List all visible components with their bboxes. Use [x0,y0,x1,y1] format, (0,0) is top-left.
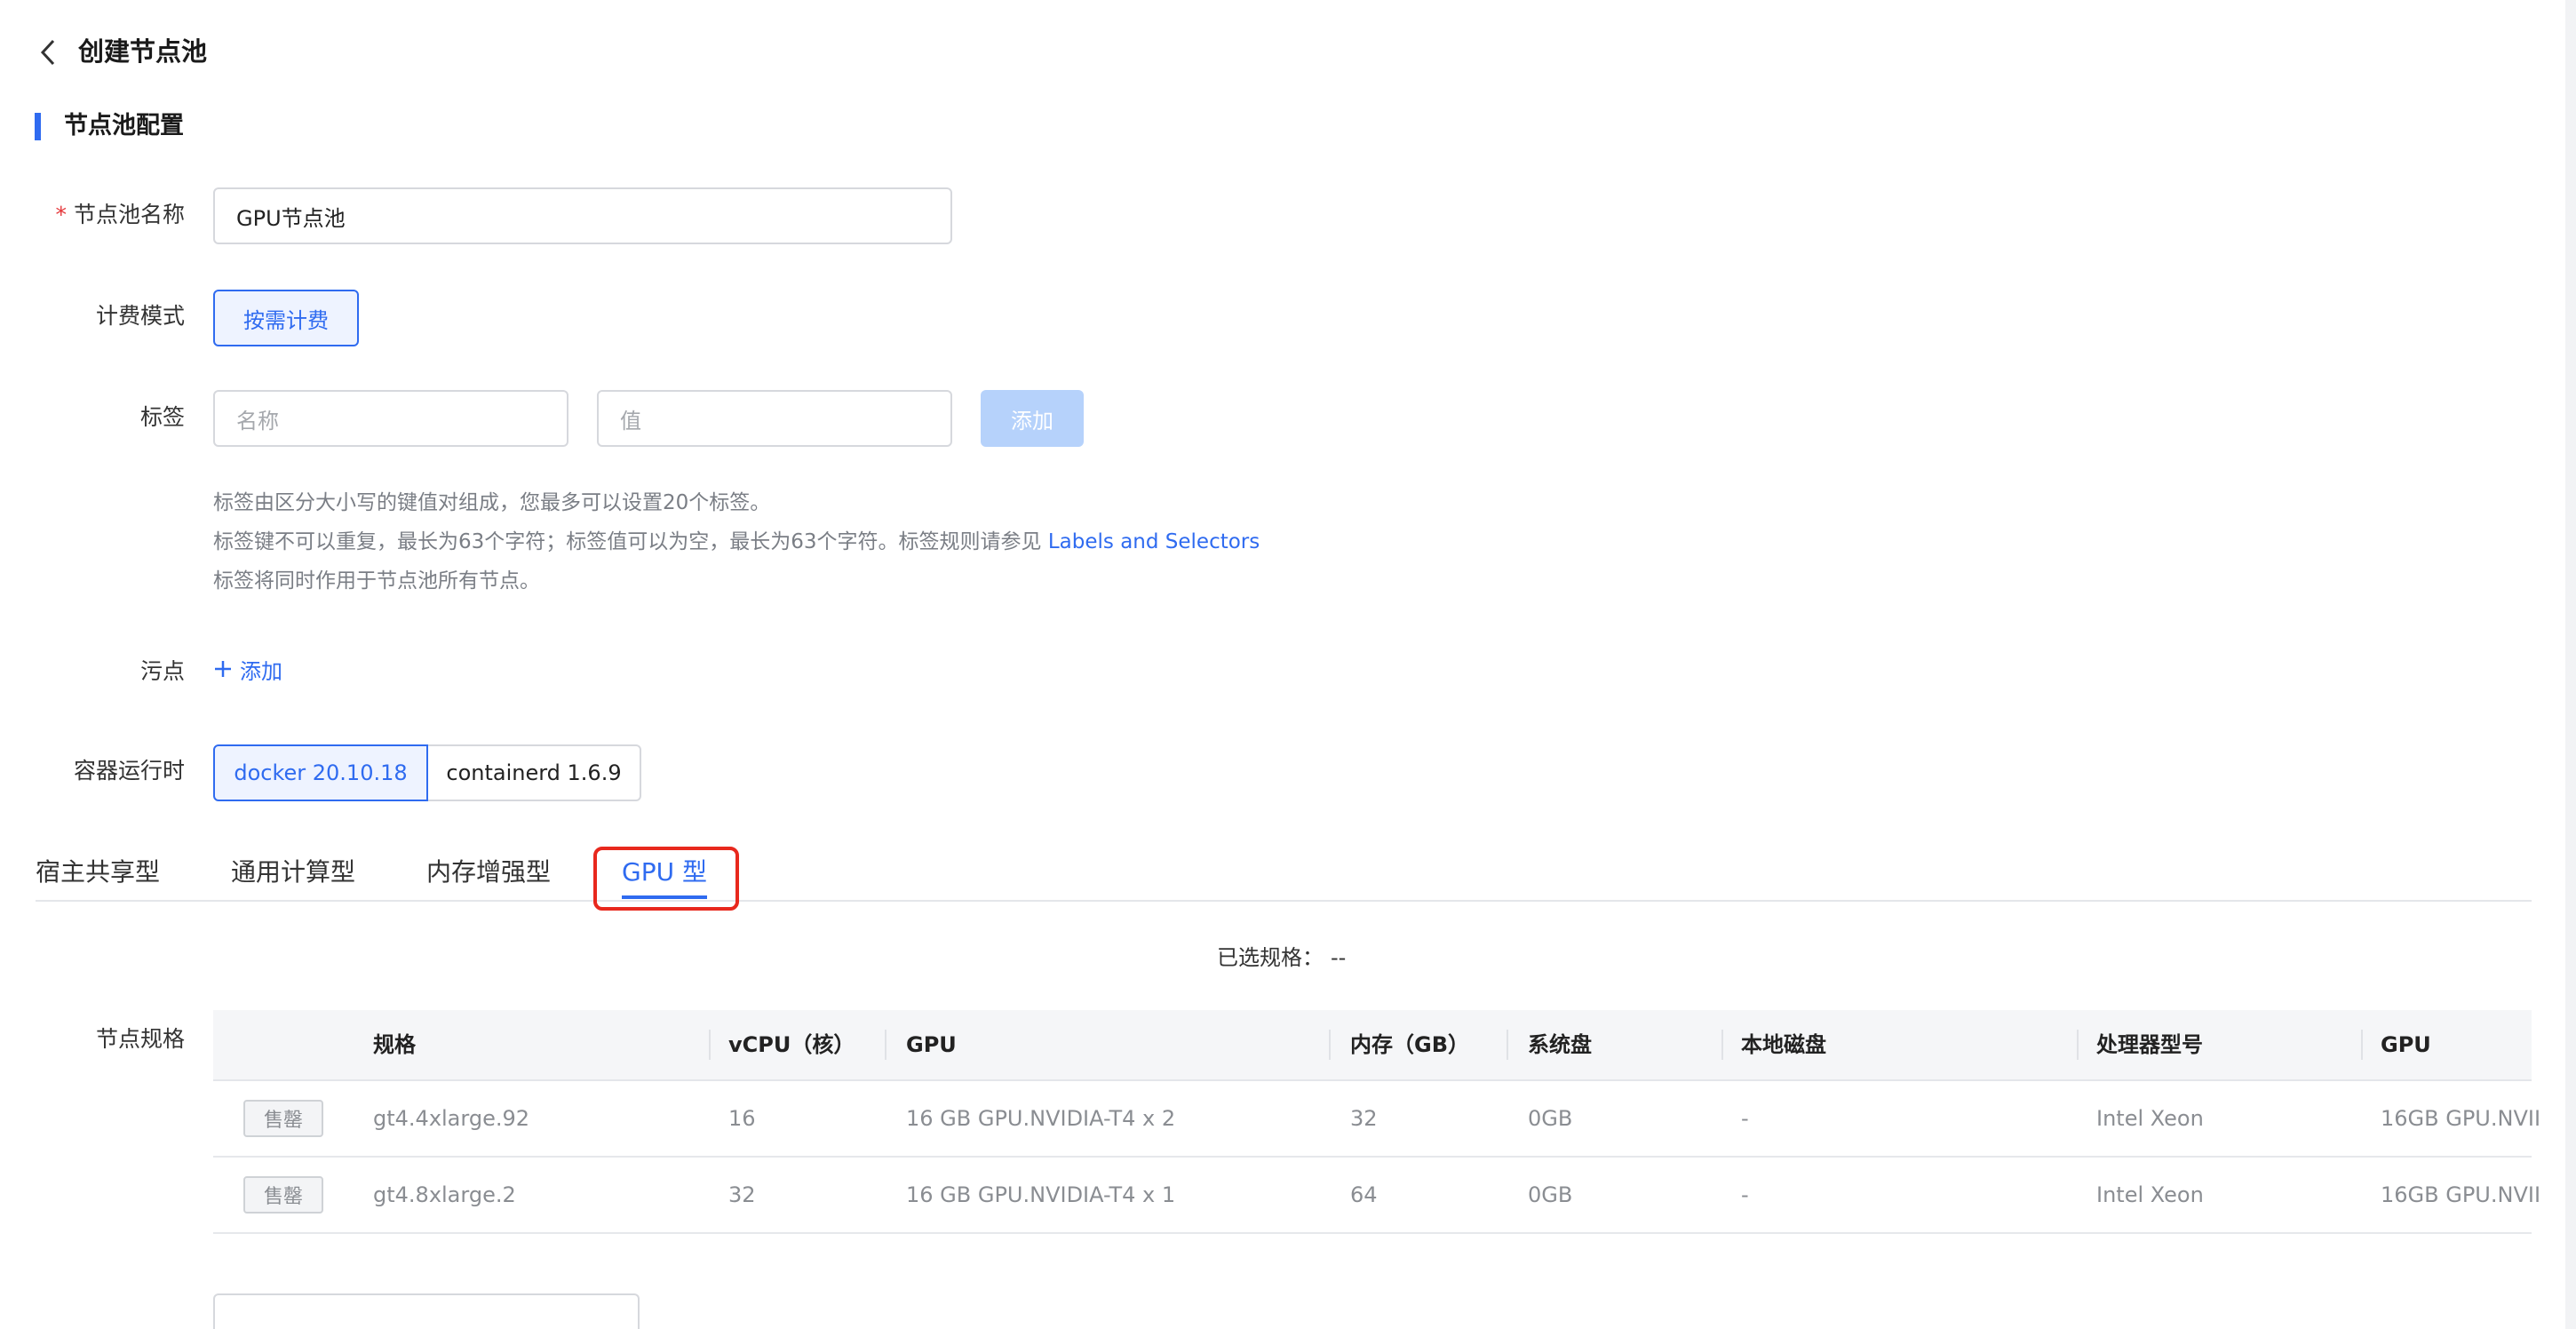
highlight-box [593,847,739,911]
cell-system-disk: 0GB [1528,1182,1573,1207]
tag-key-input[interactable]: 名称 [213,390,568,447]
tab-general-compute[interactable]: 通用计算型 [231,851,355,894]
tag-value-input[interactable]: 值 [597,390,952,447]
runtime-containerd-option[interactable]: containerd 1.6.9 [426,744,641,801]
table-header: 规格 vCPU（核） GPU 内存（GB） 系统盘 本地磁盘 处理器型号 GPU [213,1010,2532,1081]
cell-cpu-model: Intel Xeon [2096,1182,2204,1207]
billing-mode-label: 计费模式 [95,303,185,329]
col-gpu-2: GPU [2381,1032,2431,1057]
cell-gpu-2: 16GB GPU.NVII [2381,1182,2541,1207]
col-system-disk: 系统盘 [1528,1032,1592,1057]
col-spec: 规格 [373,1032,416,1057]
tab-memory-optimized[interactable]: 内存增强型 [426,851,551,894]
cell-spec: gt4.8xlarge.2 [373,1182,516,1207]
sold-out-badge: 售罄 [243,1176,323,1214]
node-pool-name-label: * 节点池名称 [55,202,185,227]
node-pool-name-input[interactable]: GPU节点池 [213,187,952,244]
selected-spec: 已选规格： -- [1217,945,1347,970]
page-title: 创建节点池 [78,36,208,67]
col-memory: 内存（GB） [1350,1032,1469,1057]
col-cpu-model: 处理器型号 [2096,1032,2203,1057]
runtime-docker-option[interactable]: docker 20.10.18 [213,744,428,801]
runtime-label: 容器运行时 [73,758,185,784]
cell-memory: 64 [1350,1182,1378,1207]
cell-memory: 32 [1350,1106,1378,1131]
tag-hint-2: 标签键不可以重复，最长为63个字符；标签值可以为空，最长为63个字符。标签规则请… [213,530,1260,553]
col-gpu: GPU [906,1032,957,1057]
node-spec-label: 节点规格 [95,1026,185,1052]
cell-vcpu: 16 [728,1106,756,1131]
cell-spec: gt4.4xlarge.92 [373,1106,530,1131]
node-pool-name-value: GPU节点池 [236,205,346,231]
cell-local-disk: - [1741,1106,1749,1131]
partial-input-below[interactable] [213,1293,640,1329]
tag-hint-1: 标签由区分大小写的键值对组成，您最多可以设置20个标签。 [213,491,771,514]
cell-local-disk: - [1741,1182,1749,1207]
tab-shared-host[interactable]: 宿主共享型 [36,851,160,894]
billing-on-demand-option[interactable]: 按需计费 [213,290,359,346]
cell-gpu: 16 GB GPU.NVIDIA-T4 x 1 [906,1182,1176,1207]
taint-label: 污点 [139,658,185,684]
sold-out-badge: 售罄 [243,1100,323,1137]
tag-add-button[interactable]: 添加 [981,390,1084,447]
required-mark: * [55,202,67,227]
table-row[interactable]: 售罄 gt4.8xlarge.2 32 16 GB GPU.NVIDIA-T4 … [213,1158,2540,1234]
tag-hint-3: 标签将同时作用于节点池所有节点。 [213,569,540,593]
col-vcpu: vCPU（核） [728,1032,855,1057]
scrollbar[interactable] [2565,0,2576,1329]
cell-gpu-2: 16GB GPU.NVII [2381,1106,2541,1131]
cell-vcpu: 32 [728,1182,756,1207]
cell-system-disk: 0GB [1528,1106,1573,1131]
tags-label: 标签 [139,404,185,430]
tag-value-placeholder: 值 [620,408,641,434]
taint-add-label: 添加 [240,659,282,684]
back-icon[interactable] [36,36,62,69]
cell-cpu-model: Intel Xeon [2096,1106,2204,1131]
tag-key-placeholder: 名称 [236,408,279,434]
section-title: 节点池配置 [64,112,184,139]
tabs-divider [36,900,2532,902]
taint-add-link[interactable]: 添加 [213,656,282,688]
col-local-disk: 本地磁盘 [1741,1032,1826,1057]
section-accent-bar [35,113,41,140]
table-row[interactable]: 售罄 gt4.4xlarge.92 16 16 GB GPU.NVIDIA-T4… [213,1081,2540,1158]
labels-selectors-link[interactable]: Labels and Selectors [1048,530,1260,553]
cell-gpu: 16 GB GPU.NVIDIA-T4 x 2 [906,1106,1176,1131]
plus-icon [213,656,233,688]
